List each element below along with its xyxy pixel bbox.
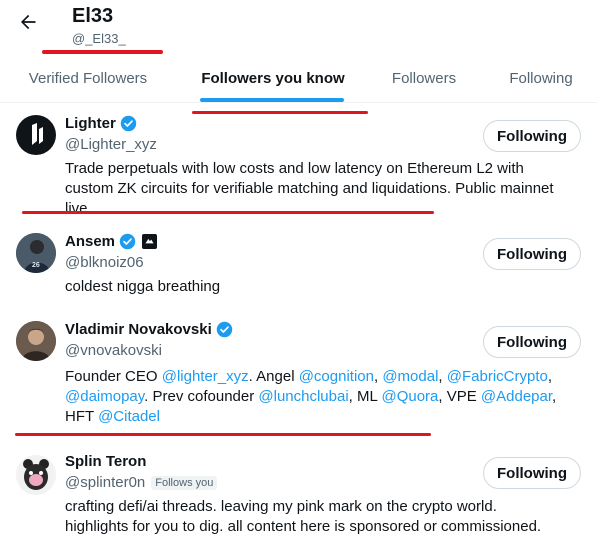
bio-line: custom ZK circuits for verifiable matchi… xyxy=(65,180,554,197)
avatar[interactable] xyxy=(16,321,56,361)
bio-line: HFT @Citadel xyxy=(65,407,575,427)
tab-label: Followers you know xyxy=(201,69,345,87)
user-handle-row: @splinter0n Follows you xyxy=(65,474,218,491)
avatar[interactable] xyxy=(16,455,56,495)
mention-link[interactable]: @lighter_xyz xyxy=(162,368,249,385)
mention-link[interactable]: @Quora xyxy=(381,388,438,405)
avatar-illustration-icon xyxy=(16,455,56,495)
user-name[interactable]: Vladimir Novakovski xyxy=(65,321,212,338)
verified-badge-icon xyxy=(216,321,232,338)
bio-text: HFT xyxy=(65,408,99,425)
user-bio: crafting defi/ai threads. leaving my pin… xyxy=(65,497,575,537)
bio-text: , ML xyxy=(348,388,382,405)
mention-link[interactable]: @FabricCrypto xyxy=(447,368,548,385)
bio-text: , xyxy=(547,368,553,385)
bio-text: . Prev cofounder xyxy=(144,388,259,405)
user-bio: Trade perpetuals with low costs and low … xyxy=(65,159,575,219)
lighter-logo-icon xyxy=(32,123,43,145)
back-button[interactable] xyxy=(16,10,40,34)
bio-text: , VPE xyxy=(438,388,481,405)
bio-text: , xyxy=(552,388,557,405)
page-title: El33 xyxy=(72,5,114,27)
follows-you-badge: Follows you xyxy=(151,475,218,490)
user-cell-lighter[interactable]: Lighter @Lighter_xyz Following Trade per… xyxy=(0,103,597,221)
avatar-photo-icon: 26 xyxy=(16,233,56,273)
tab-verified-followers[interactable]: Verified Followers xyxy=(0,56,176,100)
avatar[interactable]: 26 xyxy=(16,233,56,273)
bio-text: Founder CEO xyxy=(65,368,162,385)
tab-label: Verified Followers xyxy=(28,69,148,87)
following-button[interactable]: Following xyxy=(483,457,581,489)
name-row: Ansem xyxy=(65,233,158,250)
verified-badge-icon xyxy=(119,233,136,250)
bio-line: Founder CEO @lighter_xyz. Angel @cogniti… xyxy=(65,367,575,387)
name-row: Splin Teron xyxy=(65,453,146,470)
mention-link[interactable]: @Citadel xyxy=(98,408,160,425)
verified-badge-icon xyxy=(120,115,137,132)
tab-following[interactable]: Following xyxy=(478,56,597,100)
tab-label: Following xyxy=(509,69,573,87)
user-handle: @Lighter_xyz xyxy=(65,136,157,153)
name-row: Lighter xyxy=(65,115,137,132)
avatar-photo-icon xyxy=(16,321,56,361)
user-bio: Founder CEO @lighter_xyz. Angel @cogniti… xyxy=(65,367,575,427)
user-bio: coldest nigga breathing xyxy=(65,278,221,295)
tab-bar: Verified Followers Followers you know Fo… xyxy=(0,56,597,102)
red-annotation-mark xyxy=(42,50,163,54)
page-handle: @_El33_ xyxy=(72,31,126,46)
red-annotation-mark xyxy=(15,433,431,436)
bio-line: @daimopay. Prev cofounder @lunchclubai, … xyxy=(65,387,575,407)
user-handle: @splinter0n xyxy=(65,474,146,491)
mention-link[interactable]: @lunchclubai xyxy=(258,388,348,405)
following-button[interactable]: Following xyxy=(483,238,581,270)
user-name[interactable]: Splin Teron xyxy=(65,453,146,470)
user-name[interactable]: Lighter xyxy=(65,115,116,132)
user-handle: @blknoiz06 xyxy=(65,254,144,271)
tab-label: Followers xyxy=(391,69,457,87)
avatar[interactable] xyxy=(16,115,56,155)
svg-text:26: 26 xyxy=(32,262,40,269)
user-name[interactable]: Ansem xyxy=(65,233,115,250)
profile-header: El33 @_El33_ xyxy=(0,0,597,56)
mention-link[interactable]: @modal xyxy=(382,368,438,385)
mention-link[interactable]: @daimopay xyxy=(65,388,144,405)
affiliate-badge-icon[interactable] xyxy=(142,234,158,249)
mention-link[interactable]: @Addepar xyxy=(481,388,552,405)
red-annotation-mark xyxy=(192,111,368,114)
following-button[interactable]: Following xyxy=(483,120,581,152)
bio-line: live. xyxy=(65,200,92,217)
user-cell-ansem[interactable]: 26 Ansem @blknoiz06 Following coldest ni… xyxy=(0,221,597,309)
following-button[interactable]: Following xyxy=(483,326,581,358)
bio-text: , xyxy=(438,368,447,385)
mention-link[interactable]: @cognition xyxy=(299,368,374,385)
bio-line: highlights for you to dig. all content h… xyxy=(65,518,542,535)
user-cell-splinteron[interactable]: Splin Teron @splinter0n Follows you Foll… xyxy=(0,443,597,552)
red-annotation-mark xyxy=(22,211,434,214)
arrow-left-icon xyxy=(21,14,36,30)
bio-line: Trade perpetuals with low costs and low … xyxy=(65,160,524,177)
bio-text: . Angel xyxy=(248,368,299,385)
name-row: Vladimir Novakovski xyxy=(65,321,233,338)
tab-followers-you-know[interactable]: Followers you know xyxy=(176,56,370,102)
bio-line: crafting defi/ai threads. leaving my pin… xyxy=(65,498,497,515)
user-cell-vnovakovski[interactable]: Vladimir Novakovski @vnovakovski Followi… xyxy=(0,309,597,443)
user-handle: @vnovakovski xyxy=(65,342,162,359)
tab-followers[interactable]: Followers xyxy=(370,56,478,100)
